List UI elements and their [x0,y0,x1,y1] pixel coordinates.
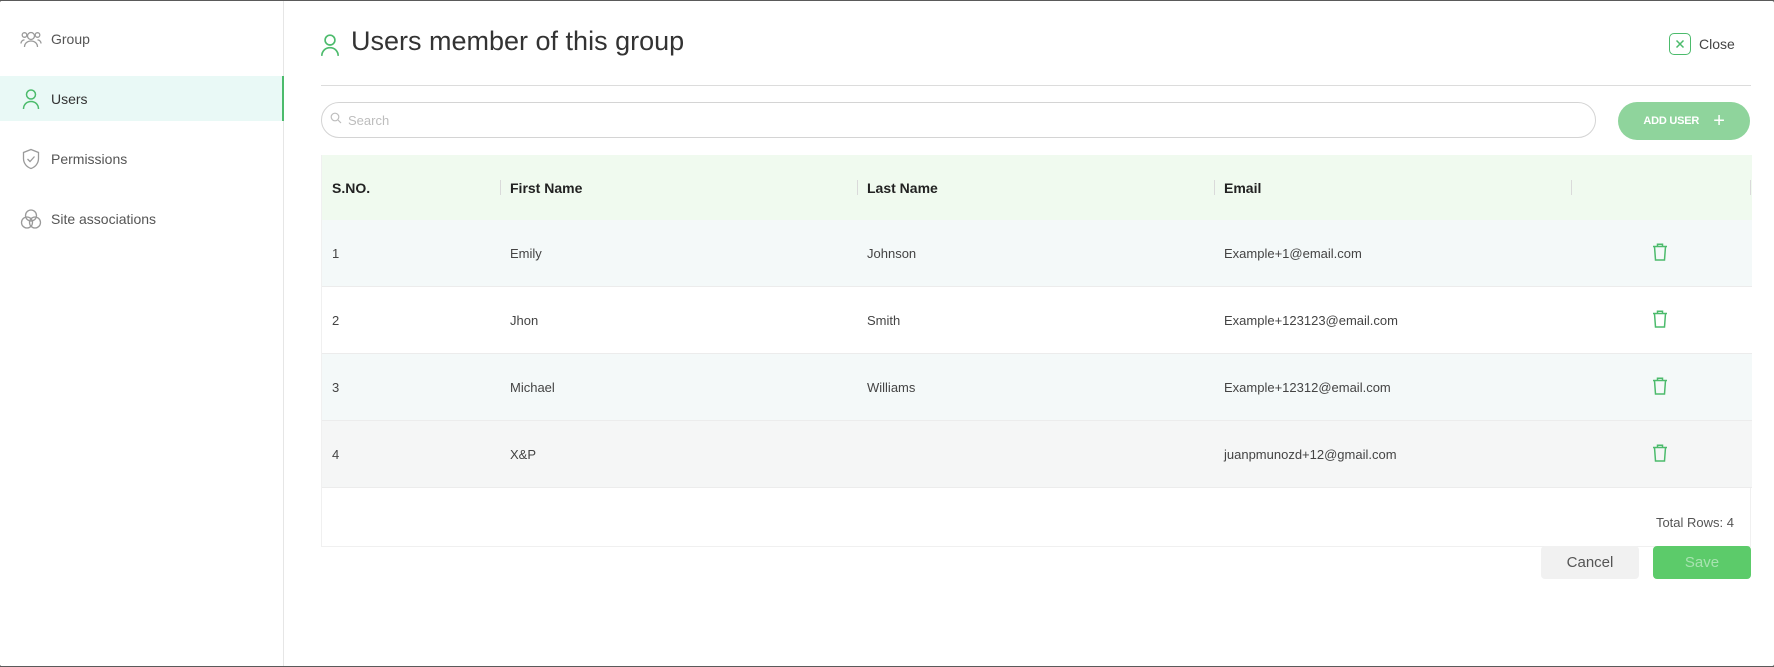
page-title: Users member of this group [351,26,685,56]
cell-sno: 3 [332,380,340,395]
close-button[interactable]: Close [1669,31,1735,57]
cancel-button[interactable]: Cancel [1541,546,1639,579]
search-box [321,102,1596,138]
divider [321,85,1751,86]
table-row[interactable]: 3 Michael Williams Example+12312@email.c… [322,354,1752,421]
column-resizer[interactable] [1214,180,1215,195]
cell-sno: 4 [332,447,340,462]
close-label: Close [1699,36,1735,52]
total-rows: Total Rows: 4 [1655,515,1734,530]
column-resizer[interactable] [1571,180,1572,195]
cell-email: Example+123123@email.com [1224,313,1398,328]
trash-icon[interactable] [1651,443,1671,465]
close-icon [1669,33,1691,55]
trash-icon[interactable] [1651,242,1671,264]
table-row[interactable]: 1 Emily Johnson Example+1@email.com [322,220,1752,287]
table-header: S.NO. First Name Last Name Email [322,155,1752,220]
column-header-email[interactable]: Email [1224,155,1261,220]
column-header-first-name[interactable]: First Name [510,155,582,220]
sidebar-item-permissions[interactable]: Permissions [0,136,284,181]
search-icon [330,111,342,129]
circles-icon [20,208,42,230]
sidebar-item-label: Group [51,30,90,47]
cell-email: Example+12312@email.com [1224,380,1391,395]
main-panel: Users member of this group Close ADD USE… [284,1,1774,666]
cell-last-name: Smith [867,313,901,328]
cell-last-name: Johnson [867,246,917,261]
shield-check-icon [20,148,42,170]
cell-email: juanpmunozd+12@gmail.com [1224,447,1397,462]
cell-first-name: Jhon [510,313,539,328]
users-table: S.NO. First Name Last Name Email 1 Emily… [321,155,1752,547]
cell-first-name: X&P [510,447,537,462]
user-group-modal: Group Users Permissions Site association… [0,1,1774,666]
trash-icon[interactable] [1651,376,1671,398]
sidebar-item-label: Permissions [51,150,128,167]
sidebar-item-users[interactable]: Users [0,76,284,121]
cell-sno: 1 [332,246,340,261]
cell-email: Example+1@email.com [1224,246,1362,261]
add-user-label: ADD USER [1643,115,1700,127]
search-input[interactable] [348,112,1595,128]
table-row[interactable]: 2 Jhon Smith Example+123123@email.com [322,287,1752,354]
trash-icon[interactable] [1651,309,1671,331]
sidebar-item-group[interactable]: Group [0,16,284,61]
column-header-last-name[interactable]: Last Name [867,155,938,220]
column-resizer[interactable] [500,180,501,195]
column-resizer[interactable] [857,180,858,195]
table-row[interactable]: 4 X&P juanpmunozd+12@gmail.com [322,421,1752,488]
user-icon [20,88,42,110]
add-user-button[interactable]: ADD USER + [1618,102,1750,140]
column-resizer[interactable] [1750,180,1751,195]
sidebar: Group Users Permissions Site association… [0,1,284,666]
cell-first-name: Michael [510,380,555,395]
cell-sno: 2 [332,313,340,328]
cell-first-name: Emily [510,246,542,261]
column-header-sno[interactable]: S.NO. [332,155,370,220]
user-icon [320,33,340,57]
plus-icon: + [1713,110,1725,132]
group-icon [20,28,42,50]
sidebar-item-site-associations[interactable]: Site associations [0,196,284,241]
save-button[interactable]: Save [1653,546,1751,579]
sidebar-item-label: Site associations [51,210,157,227]
cell-last-name: Williams [867,380,916,395]
sidebar-item-label: Users [51,90,88,107]
